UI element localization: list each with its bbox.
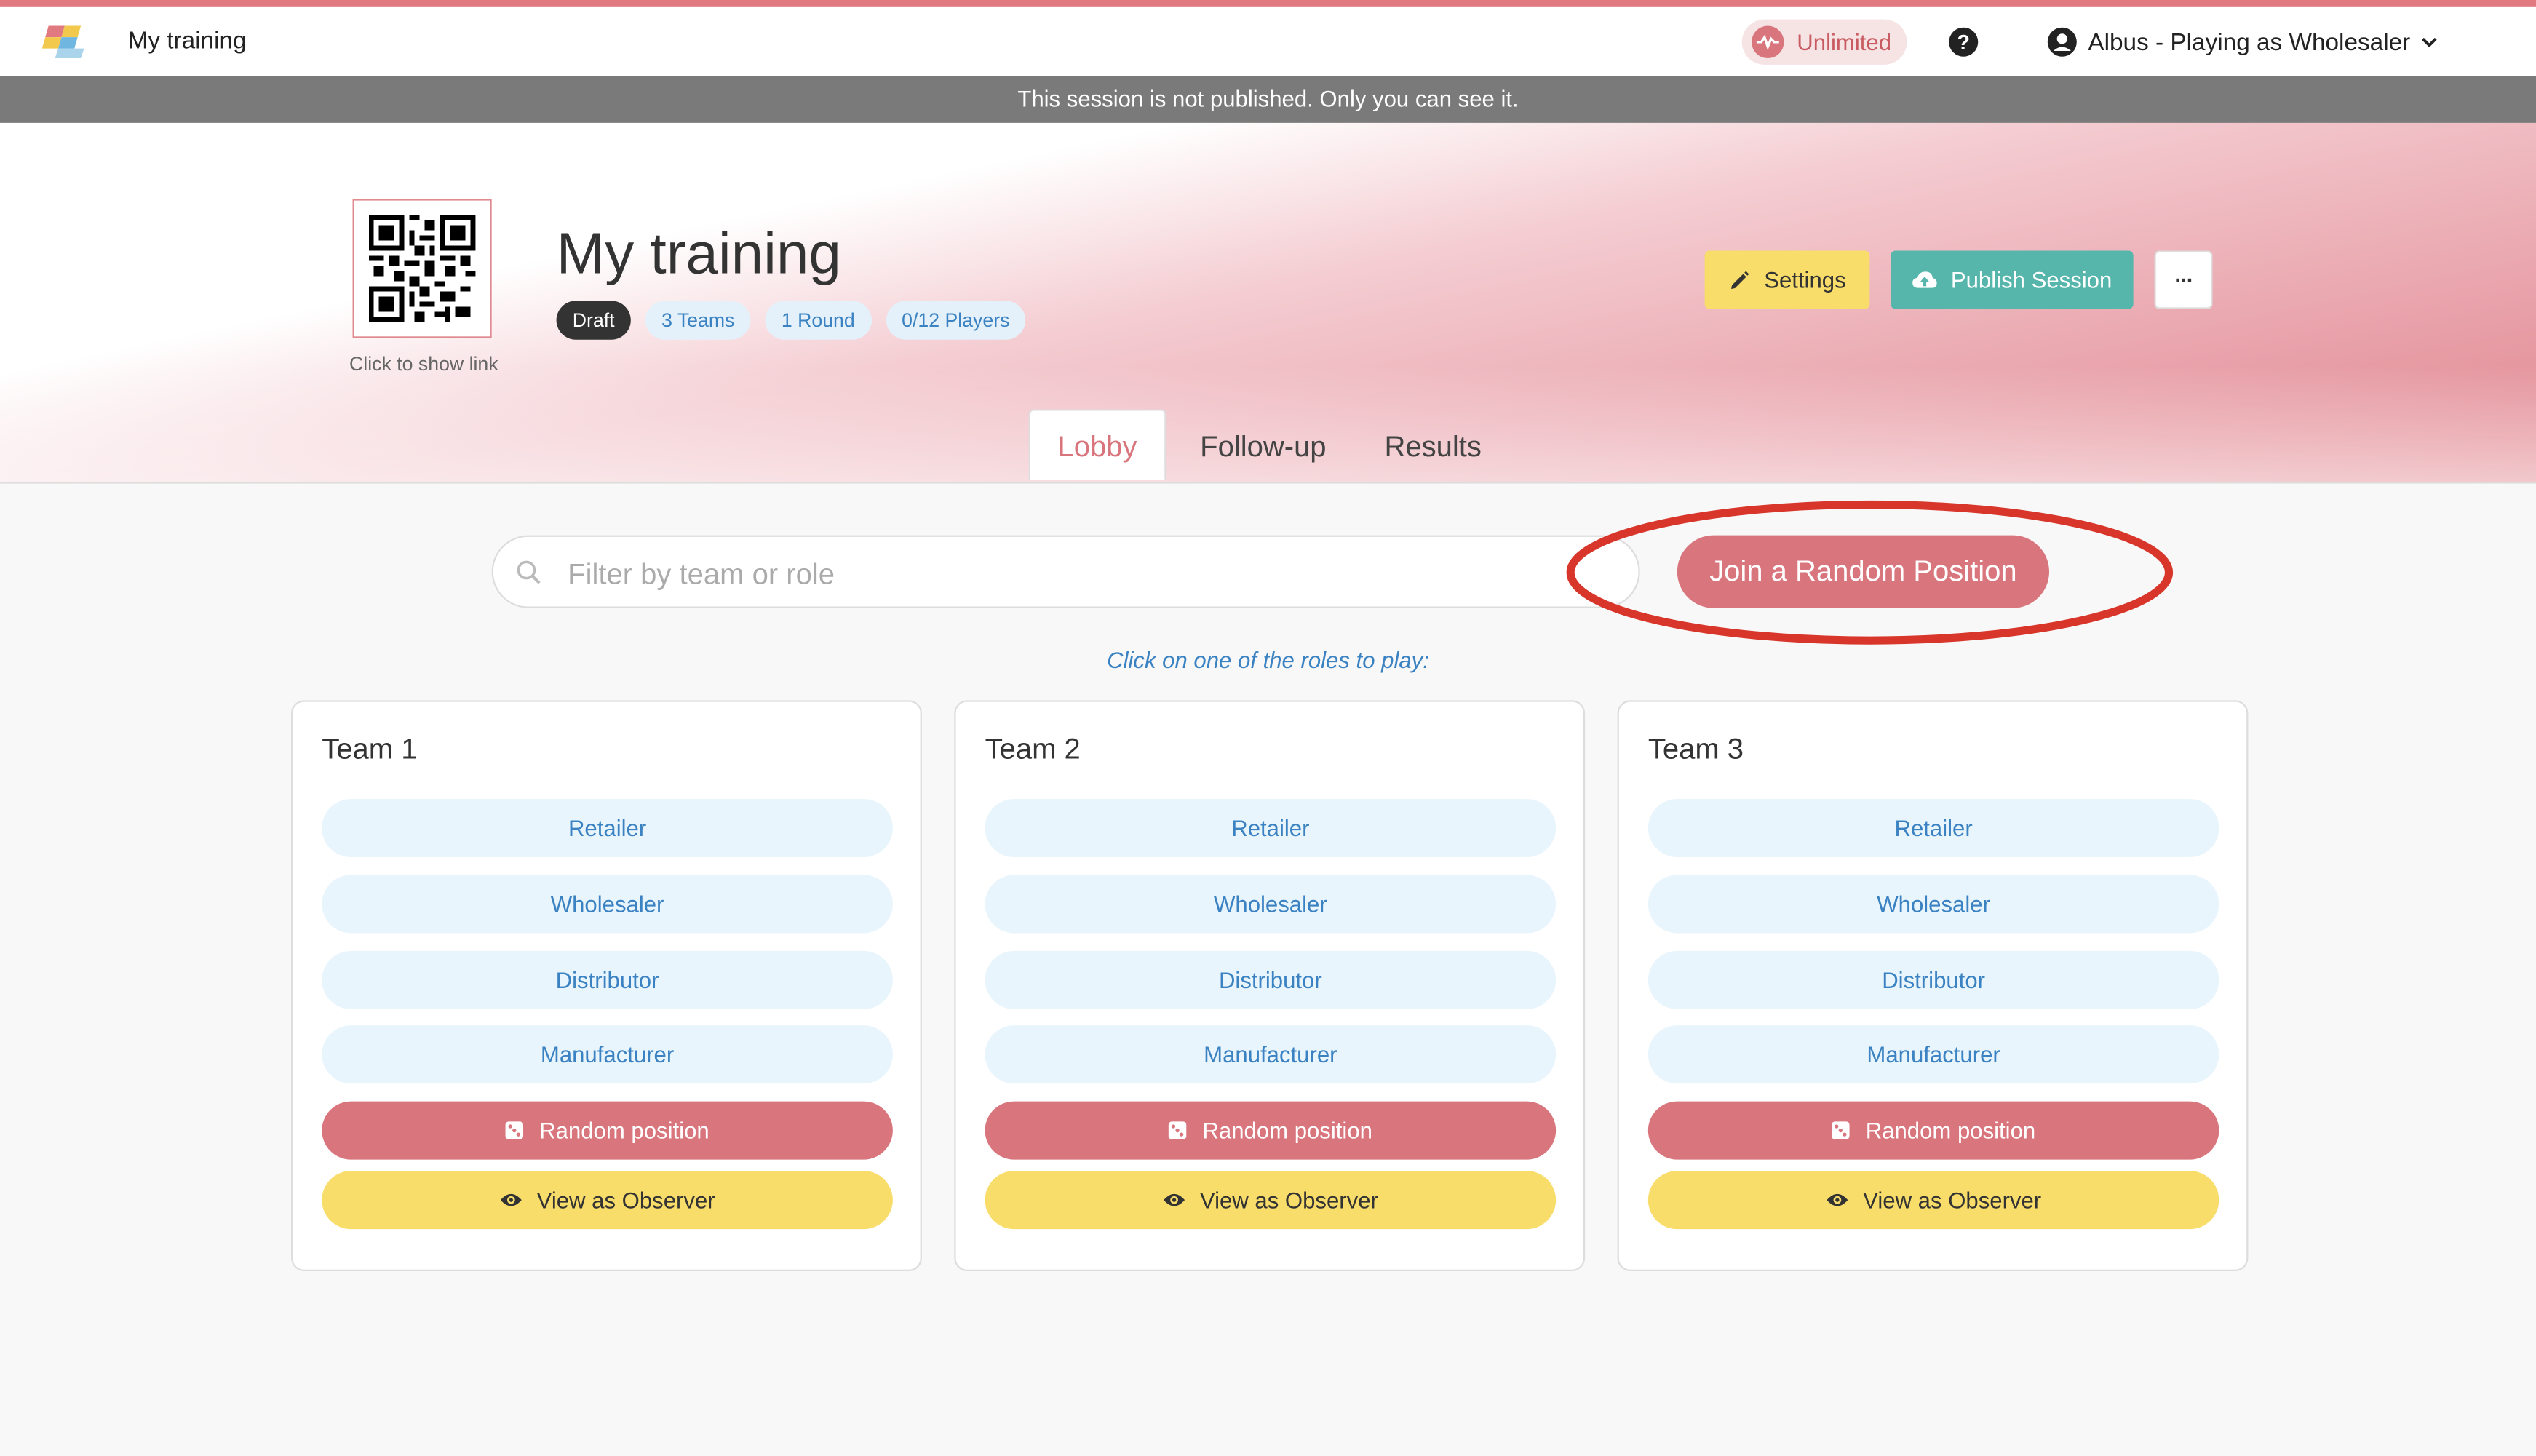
navbar: My training Unlimited ? Albus - Playing …	[0, 6, 2536, 76]
help-icon[interactable]: ?	[1947, 26, 1979, 58]
team-title: Team 2	[985, 732, 1081, 765]
publish-session-button[interactable]: Publish Session	[1891, 250, 2134, 309]
plan-badge[interactable]: Unlimited	[1741, 19, 1908, 65]
dice-icon	[1832, 1121, 1851, 1139]
role-button-manufacturer[interactable]: Manufacturer	[322, 1025, 893, 1084]
status-badge: Draft	[556, 301, 631, 340]
random-position-button[interactable]: Random position	[322, 1101, 893, 1160]
players-count-badge: 0/12 Players	[885, 301, 1026, 340]
svg-text:?: ?	[1957, 31, 1970, 55]
teams-count-badge: 3 Teams	[645, 301, 751, 340]
qr-code-icon	[368, 215, 476, 322]
user-avatar-icon	[2047, 27, 2077, 57]
view-as-observer-button[interactable]: View as Observer	[1647, 1171, 2219, 1230]
view-as-observer-label: View as Observer	[536, 1187, 715, 1213]
tab-bar-divider	[0, 482, 2536, 484]
user-menu[interactable]: Albus - Playing as Wholesaler	[2046, 26, 2440, 58]
role-button-manufacturer[interactable]: Manufacturer	[1647, 1025, 2219, 1084]
search-box	[491, 535, 1640, 608]
more-icon: ···	[2174, 266, 2194, 293]
role-button-manufacturer[interactable]: Manufacturer	[985, 1025, 1557, 1084]
role-button-retailer[interactable]: Retailer	[322, 798, 893, 857]
role-button-wholesaler[interactable]: Wholesaler	[322, 875, 893, 934]
role-button-distributor[interactable]: Distributor	[985, 950, 1557, 1009]
pencil-icon	[1730, 270, 1749, 288]
tab-results[interactable]: Results	[1362, 411, 1504, 482]
role-button-retailer[interactable]: Retailer	[985, 798, 1557, 857]
view-as-observer-button[interactable]: View as Observer	[985, 1171, 1557, 1230]
dice-icon	[1169, 1121, 1188, 1139]
roles-hint: Click on one of the roles to play:	[1107, 647, 1429, 673]
session-chips: Draft 3 Teams 1 Round 0/12 Players	[556, 301, 1026, 340]
view-as-observer-label: View as Observer	[1199, 1187, 1378, 1213]
join-random-position-button[interactable]: Join a Random Position	[1677, 535, 2050, 608]
tab-lobby[interactable]: Lobby	[1028, 409, 1166, 481]
random-position-button[interactable]: Random position	[985, 1101, 1557, 1160]
search-input[interactable]	[564, 549, 1607, 599]
role-button-distributor[interactable]: Distributor	[1647, 950, 2219, 1009]
settings-button[interactable]: Settings	[1704, 250, 1870, 309]
top-accent-line	[0, 0, 2536, 7]
eye-icon	[1163, 1193, 1185, 1206]
plan-label: Unlimited	[1797, 29, 1892, 55]
team-title: Team 3	[1647, 732, 1744, 765]
more-options-button[interactable]: ···	[2154, 250, 2213, 309]
search-icon	[517, 560, 541, 584]
role-button-wholesaler[interactable]: Wholesaler	[985, 875, 1557, 934]
role-button-wholesaler[interactable]: Wholesaler	[1647, 875, 2219, 934]
view-as-observer-button[interactable]: View as Observer	[322, 1171, 893, 1230]
random-position-label: Random position	[1865, 1117, 2036, 1144]
random-position-label: Random position	[1202, 1117, 1372, 1144]
app-title[interactable]: My training	[128, 28, 247, 55]
unpublished-banner: This session is not published. Only you …	[0, 76, 2536, 123]
tab-follow-up[interactable]: Follow-up	[1174, 411, 1352, 482]
user-label: Albus - Playing as Wholesaler	[2088, 28, 2411, 56]
team-card-2: Team 2 Retailer Wholesaler Distributor M…	[954, 700, 1586, 1271]
dice-icon	[506, 1121, 525, 1139]
view-as-observer-label: View as Observer	[1863, 1187, 2042, 1213]
publish-label: Publish Session	[1950, 266, 2112, 293]
eye-icon	[1827, 1193, 1848, 1206]
random-position-button[interactable]: Random position	[1647, 1101, 2219, 1160]
qr-caption[interactable]: Click to show link	[332, 353, 516, 375]
settings-label: Settings	[1764, 266, 1846, 293]
team-title: Team 1	[322, 732, 418, 765]
team-card-1: Team 1 Retailer Wholesaler Distributor M…	[291, 700, 922, 1271]
qr-code[interactable]	[352, 199, 492, 338]
app-logo-icon[interactable]	[41, 25, 87, 59]
eye-icon	[500, 1193, 522, 1206]
cloud-upload-icon	[1912, 271, 1937, 288]
page: My training Unlimited ? Albus - Playing …	[0, 0, 2536, 1455]
random-position-label: Random position	[539, 1117, 709, 1144]
pulse-icon	[1752, 25, 1784, 59]
role-button-distributor[interactable]: Distributor	[322, 950, 893, 1009]
chevron-down-icon	[2422, 37, 2438, 48]
role-button-retailer[interactable]: Retailer	[1647, 798, 2219, 857]
session-title: My training	[556, 220, 841, 287]
rounds-count-badge: 1 Round	[765, 301, 871, 340]
team-card-3: Team 3 Retailer Wholesaler Distributor M…	[1617, 700, 2249, 1271]
